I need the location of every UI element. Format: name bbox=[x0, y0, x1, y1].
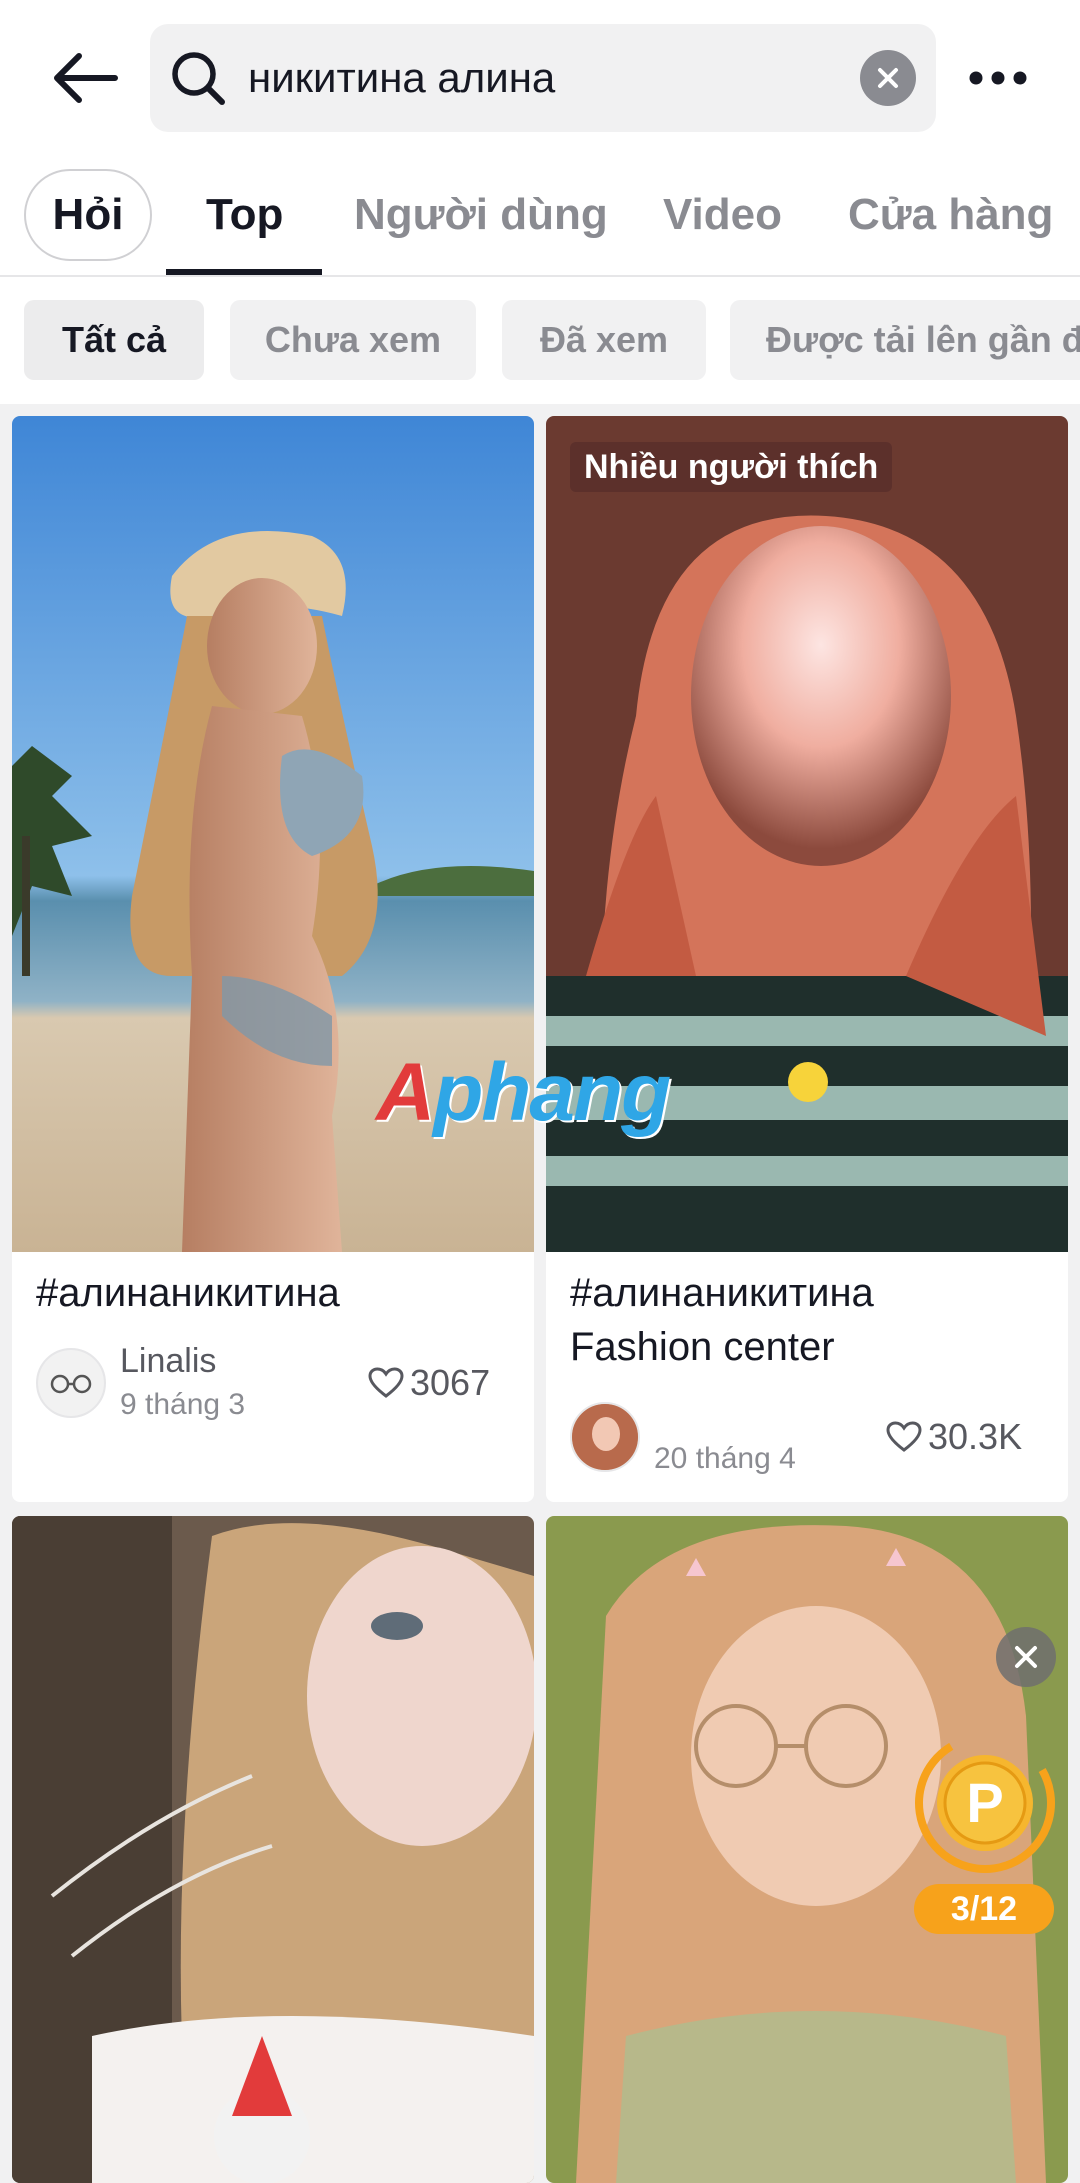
watermark-logo: Aphang bbox=[376, 1047, 671, 1138]
result-tabs: Hỏi Top Người dùng Video Cửa hàng bbox=[0, 155, 1080, 277]
video-card[interactable]: Nhiều người thích #алинаникитина Fashion… bbox=[546, 416, 1068, 1502]
like-count: 30.3K bbox=[886, 1416, 1022, 1458]
glasses-avatar-icon bbox=[38, 1350, 104, 1416]
arrow-left-icon bbox=[54, 53, 118, 103]
close-icon bbox=[878, 68, 898, 88]
tab-users[interactable]: Người dùng bbox=[354, 155, 608, 275]
video-caption-line2: Fashion center bbox=[570, 1325, 835, 1369]
tab-top[interactable]: Top bbox=[206, 155, 283, 275]
more-dots-icon bbox=[969, 71, 1027, 85]
popular-badge: Nhiều người thích bbox=[570, 442, 893, 492]
video-caption: #алинаникитина bbox=[570, 1271, 874, 1315]
search-query[interactable]: никитина алина bbox=[248, 24, 555, 132]
video-card[interactable] bbox=[12, 1516, 534, 2183]
search-icon bbox=[172, 52, 225, 105]
video-card[interactable]: #алинаникитина Linalis 9 tháng 3 3067 bbox=[12, 416, 534, 1502]
back-button[interactable] bbox=[44, 38, 124, 118]
like-count-value: 30.3K bbox=[928, 1416, 1023, 1457]
avatar[interactable] bbox=[36, 1348, 106, 1418]
tab-video[interactable]: Video bbox=[663, 155, 782, 275]
search-header: никитина алина bbox=[0, 0, 1080, 155]
coin-progress-count: 3/12 bbox=[914, 1884, 1054, 1934]
upload-date: 20 tháng 4 bbox=[654, 1442, 796, 1475]
more-options-button[interactable] bbox=[962, 40, 1034, 116]
heart-icon bbox=[368, 1367, 404, 1398]
filter-all[interactable]: Tất cả bbox=[24, 300, 204, 380]
filter-chips: Tất cả Chưa xem Đã xem Được tải lên gần … bbox=[0, 277, 1080, 404]
clear-search-button[interactable] bbox=[860, 50, 916, 106]
upload-date: 9 tháng 3 bbox=[120, 1388, 246, 1421]
video-caption: #алинаникитина bbox=[36, 1271, 340, 1315]
filter-watched[interactable]: Đã xem bbox=[502, 300, 706, 380]
close-icon bbox=[1015, 1646, 1037, 1668]
like-count: 3067 bbox=[368, 1362, 490, 1404]
heart-icon bbox=[886, 1421, 922, 1452]
search-input[interactable]: никитина алина bbox=[150, 24, 936, 132]
coin-icon: P bbox=[966, 1771, 1004, 1834]
tab-shop[interactable]: Cửa hàng bbox=[848, 155, 1053, 275]
blonde-thumbnail-image bbox=[12, 1516, 534, 2183]
active-tab-indicator bbox=[166, 269, 322, 275]
author-name[interactable]: Linalis bbox=[120, 1342, 216, 1381]
tab-ask[interactable]: Hỏi bbox=[24, 169, 152, 261]
user-avatar-image bbox=[572, 1404, 638, 1470]
close-widget-button[interactable] bbox=[996, 1627, 1056, 1687]
reward-coin-widget[interactable]: P 3/12 bbox=[910, 1728, 1060, 1938]
video-thumbnail[interactable] bbox=[12, 1516, 534, 2183]
like-count-value: 3067 bbox=[410, 1362, 491, 1403]
filter-recent[interactable]: Được tải lên gần đây bbox=[730, 300, 1080, 380]
avatar[interactable] bbox=[570, 1402, 640, 1472]
filter-unwatched[interactable]: Chưa xem bbox=[230, 300, 476, 380]
